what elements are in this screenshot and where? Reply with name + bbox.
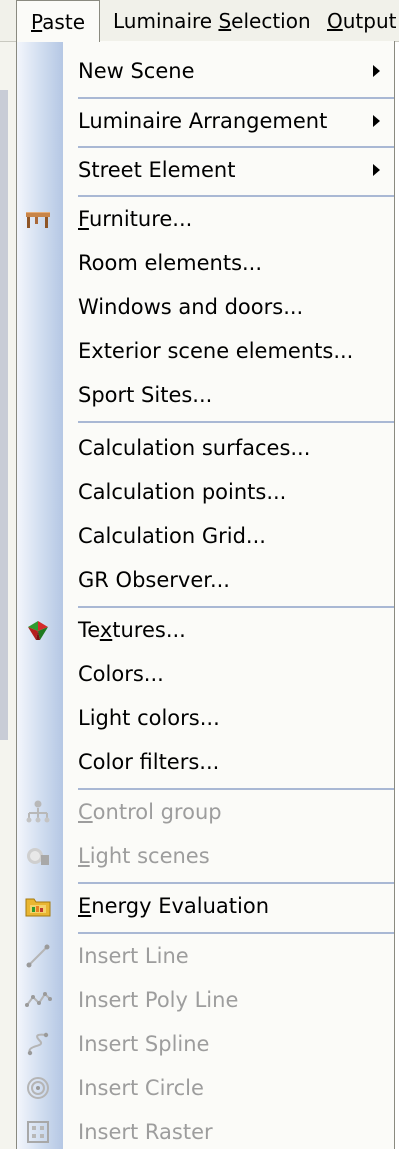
submenu-arrow-icon bbox=[373, 65, 380, 77]
control-group-icon bbox=[24, 799, 52, 825]
menu-item-insert-line[interactable]: Insert Line bbox=[17, 934, 394, 978]
menu-item-insert-circle[interactable]: Insert Circle bbox=[17, 1066, 394, 1110]
menu-item-windows-doors[interactable]: Windows and doors... bbox=[17, 285, 394, 329]
paste-dropdown-menu: New Scene Luminaire Arrangement Street E… bbox=[16, 41, 395, 1149]
menu-item-insert-raster[interactable]: Insert Raster bbox=[17, 1110, 394, 1154]
menu-item-calculation-points[interactable]: Calculation points... bbox=[17, 470, 394, 514]
menu-item-textures[interactable]: Textures... bbox=[17, 608, 394, 652]
menu-item-calculation-surfaces[interactable]: Calculation surfaces... bbox=[17, 426, 394, 470]
energy-folder-icon bbox=[24, 893, 52, 919]
menu-item-insert-spline[interactable]: Insert Spline bbox=[17, 1022, 394, 1066]
menu-bar: Paste Luminaire Selection Output bbox=[0, 0, 399, 42]
line-tool-icon bbox=[24, 943, 52, 969]
menu-item-new-scene[interactable]: New Scene bbox=[17, 49, 394, 93]
menu-separator bbox=[78, 421, 394, 423]
raster-tool-icon bbox=[24, 1119, 52, 1145]
menu-item-luminaire-arrangement[interactable]: Luminaire Arrangement bbox=[17, 99, 394, 143]
menu-item-calculation-grid[interactable]: Calculation Grid... bbox=[17, 514, 394, 558]
menu-item-gr-observer[interactable]: GR Observer... bbox=[17, 558, 394, 602]
menu-item-energy-evaluation[interactable]: Energy Evaluation bbox=[17, 884, 394, 928]
menu-item-sport-sites[interactable]: Sport Sites... bbox=[17, 373, 394, 417]
menu-item-street-element[interactable]: Street Element bbox=[17, 148, 394, 192]
texture-cube-icon bbox=[24, 617, 52, 643]
menu-item-room-elements[interactable]: Room elements... bbox=[17, 241, 394, 285]
light-scene-icon bbox=[24, 843, 52, 869]
menu-item-light-colors[interactable]: Light colors... bbox=[17, 696, 394, 740]
submenu-arrow-icon bbox=[373, 164, 380, 176]
menu-item-exterior-scene-elements[interactable]: Exterior scene elements... bbox=[17, 329, 394, 373]
background-window-right bbox=[395, 41, 399, 1149]
table-icon bbox=[24, 206, 52, 232]
spline-tool-icon bbox=[24, 1031, 52, 1057]
menu-paste[interactable]: Paste bbox=[16, 0, 100, 42]
menu-item-colors[interactable]: Colors... bbox=[17, 652, 394, 696]
menu-item-insert-poly-line[interactable]: Insert Poly Line bbox=[17, 978, 394, 1022]
menu-item-furniture[interactable]: Furniture... bbox=[17, 197, 394, 241]
background-window-strip bbox=[0, 90, 8, 740]
submenu-arrow-icon bbox=[373, 115, 380, 127]
menu-item-light-scenes[interactable]: Light scenes bbox=[17, 834, 394, 878]
polyline-tool-icon bbox=[24, 987, 52, 1013]
menu-item-color-filters[interactable]: Color filters... bbox=[17, 740, 394, 784]
menu-item-control-group[interactable]: Control group bbox=[17, 790, 394, 834]
menu-output[interactable]: Output bbox=[327, 0, 396, 41]
menu-luminaire-selection[interactable]: Luminaire Selection bbox=[113, 0, 311, 41]
circle-tool-icon bbox=[24, 1075, 52, 1101]
